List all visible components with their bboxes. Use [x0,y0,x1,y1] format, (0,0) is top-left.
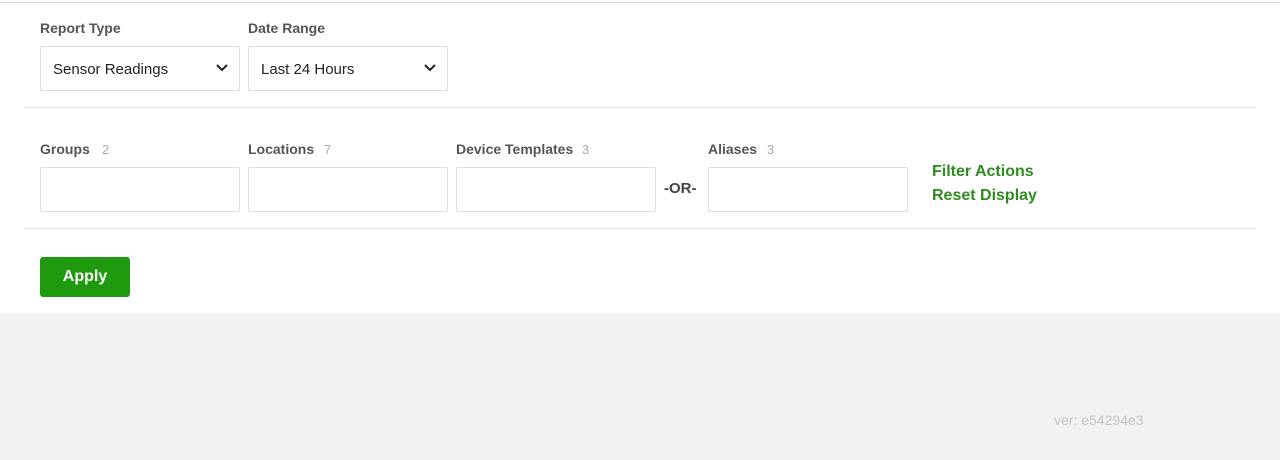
reset-display-link[interactable]: Reset Display [932,187,1037,205]
date-range-label: Date Range [248,20,326,36]
section-divider [24,228,1256,229]
groups-label: Groups [40,141,90,157]
report-filter-panel: Report Type Sensor Readings Date Range L… [0,0,1280,313]
groups-input[interactable] [40,167,240,212]
chevron-down-icon [424,64,436,72]
version-label: ver: e54294e3 [1054,412,1144,428]
filter-actions-link[interactable]: Filter Actions [932,163,1034,181]
section-divider [24,107,1256,108]
locations-input[interactable] [248,167,448,212]
date-range-select[interactable]: Last 24 Hours [248,46,448,91]
aliases-input[interactable] [708,167,908,212]
device-templates-label: Device Templates [456,141,574,157]
report-type-label: Report Type [40,20,121,36]
date-range-value: Last 24 Hours [261,61,355,78]
groups-count: 2 [102,142,110,157]
aliases-label: Aliases [708,141,758,157]
aliases-count: 3 [767,142,775,157]
apply-button[interactable]: Apply [40,257,130,297]
report-type-value: Sensor Readings [53,61,169,78]
chevron-down-icon [216,64,228,72]
locations-count: 7 [324,142,332,157]
locations-label: Locations [248,141,315,157]
device-templates-input[interactable] [456,167,656,212]
report-type-select[interactable]: Sensor Readings [40,46,240,91]
top-border [0,2,1280,3]
device-templates-count: 3 [582,142,590,157]
or-separator: -OR- [664,180,697,197]
